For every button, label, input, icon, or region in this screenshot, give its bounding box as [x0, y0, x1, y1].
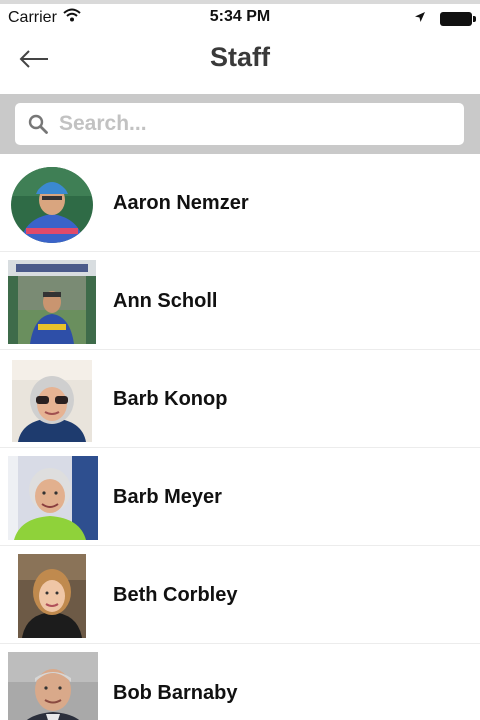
battery-icon — [440, 12, 476, 26]
staff-row-barb-meyer[interactable]: Barb Meyer — [0, 448, 480, 546]
staff-row-barb-konop[interactable]: Barb Konop — [0, 350, 480, 448]
avatar — [10, 166, 94, 244]
search-input[interactable] — [59, 112, 439, 136]
staff-list: Aaron Nemzer Ann Scholl Barb Konop Barb … — [0, 154, 480, 720]
staff-name: Aaron Nemzer — [113, 192, 249, 214]
staff-row-bob-barnaby[interactable]: Bob Barnaby — [0, 644, 480, 720]
avatar — [12, 360, 92, 442]
avatar — [18, 554, 86, 638]
avatar — [8, 652, 98, 720]
status-time: 5:34 PM — [209, 8, 271, 25]
staff-row-ann-scholl[interactable]: Ann Scholl — [0, 252, 480, 350]
status-right — [414, 10, 476, 28]
avatar — [8, 456, 98, 540]
staff-name: Ann Scholl — [113, 290, 218, 312]
location-arrow-icon — [414, 10, 426, 28]
staff-name: Barb Konop — [113, 388, 228, 410]
search-field[interactable] — [15, 103, 464, 145]
staff-name: Bob Barnaby — [113, 682, 238, 704]
page-title: Staff — [210, 42, 270, 72]
search-icon — [27, 113, 49, 135]
avatar — [8, 260, 96, 344]
search-bar — [0, 94, 480, 154]
status-bar: Carrier 5:34 PM — [0, 4, 480, 32]
staff-name: Beth Corbley — [113, 584, 238, 606]
navigation-bar: Staff — [0, 32, 480, 94]
staff-row-aaron-nemzer[interactable]: Aaron Nemzer — [0, 154, 480, 252]
staff-name: Barb Meyer — [113, 486, 222, 508]
staff-row-beth-corbley[interactable]: Beth Corbley — [0, 546, 480, 644]
